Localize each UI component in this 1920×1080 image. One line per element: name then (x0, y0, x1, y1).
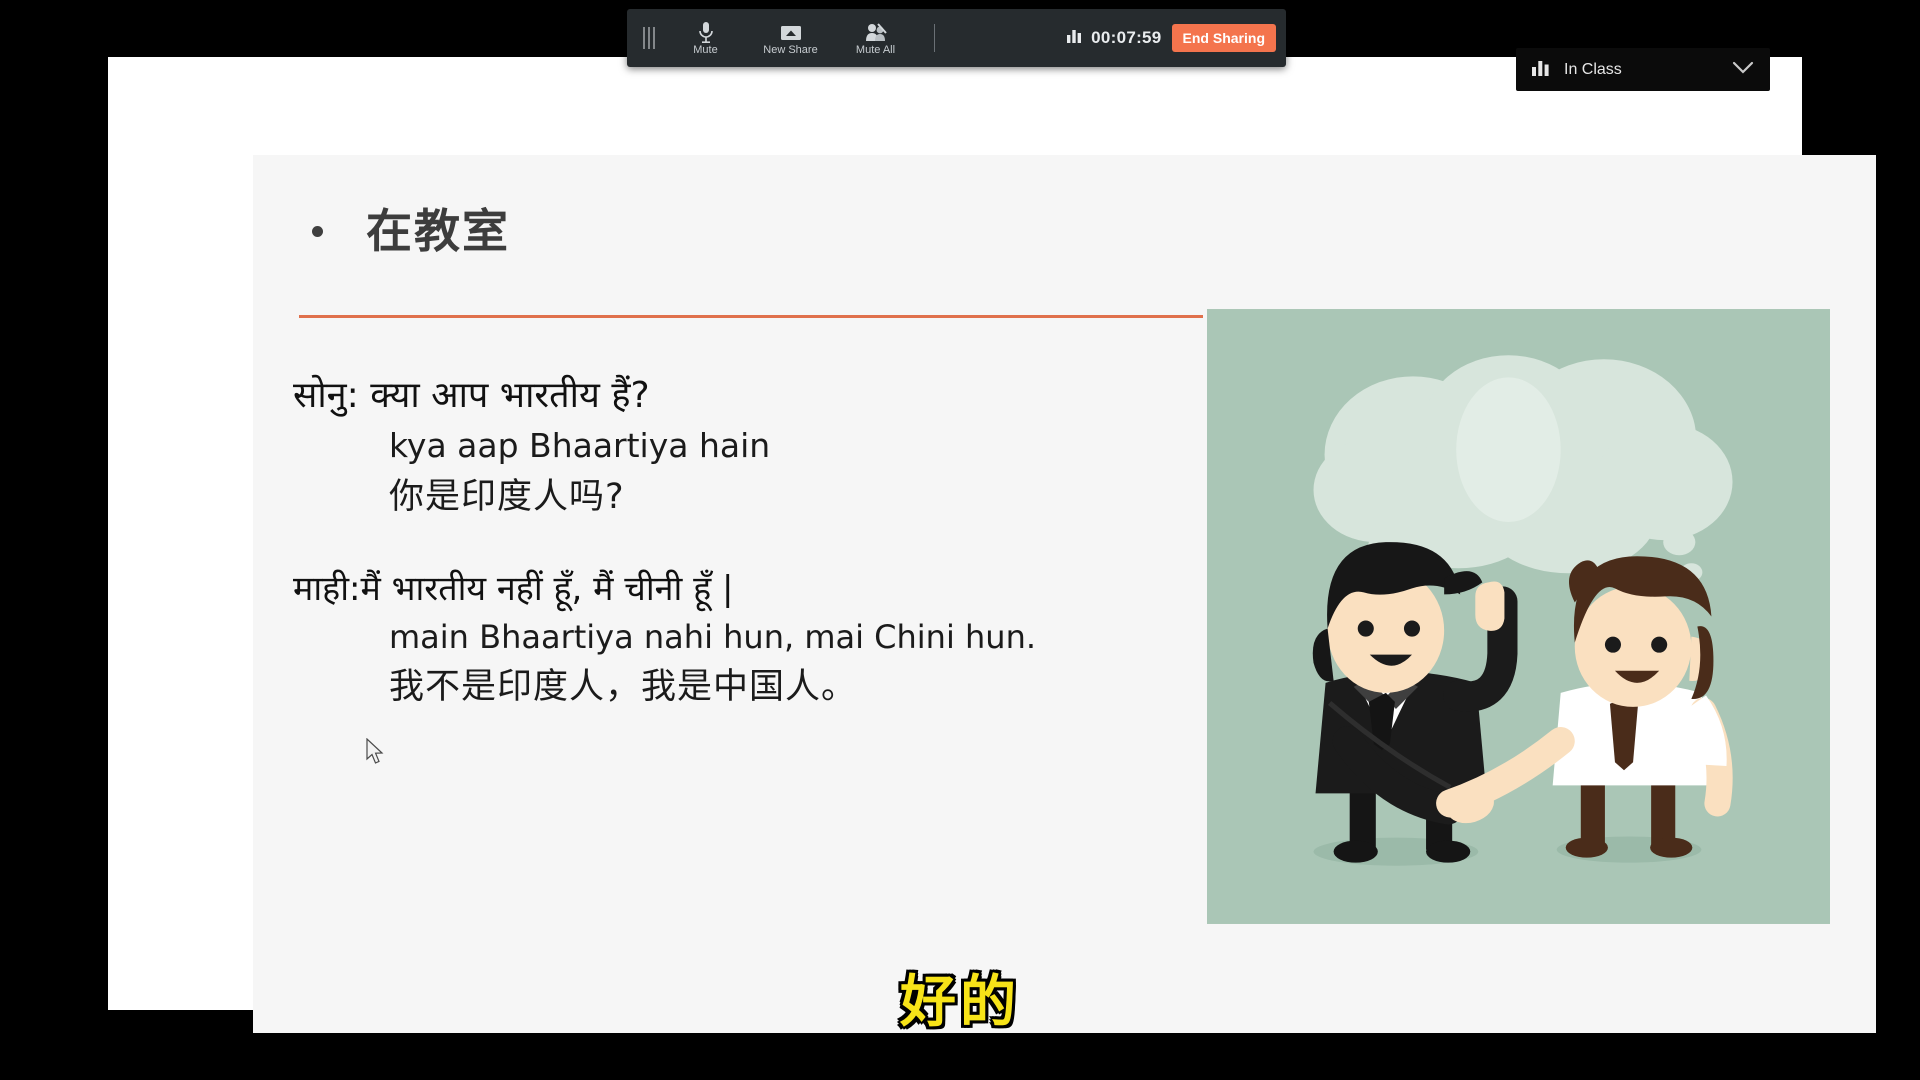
toolbar-divider (934, 24, 935, 52)
dialogue-romanization: kya aap Bhaartiya hain (389, 426, 771, 466)
slide-title: 在教室 (366, 204, 510, 258)
screen-share-icon (780, 21, 802, 43)
new-share-button-label: New Share (763, 43, 818, 56)
drag-handle-icon[interactable] (643, 27, 655, 49)
screen: 在教室 सोनु: क्या आप भारतीय हैं? kya aap Bh… (0, 0, 1920, 1080)
bullet-icon (312, 225, 323, 237)
dialogue-chinese-translation: 你是印度人吗? (389, 476, 625, 517)
slide-title-row: 在教室 (300, 193, 1780, 269)
dialogue-entry-1: सोनु: क्या आप भारतीय हैं? kya aap Bhaart… (293, 370, 1193, 523)
sharing-timer: 00:07:59 (1067, 28, 1161, 48)
in-class-status-label: In Class (1564, 60, 1622, 78)
shared-screen-frame: 在教室 सोनु: क्या आप भारतीय हैं? kya aap Bh… (108, 57, 1876, 1033)
toolbar-right-group: 00:07:59 End Sharing (1067, 24, 1286, 52)
chevron-down-icon[interactable] (1732, 61, 1754, 79)
sharing-timer-value: 00:07:59 (1091, 28, 1162, 47)
mute-all-button[interactable]: Mute All (833, 9, 918, 67)
presentation-slide: 在教室 सोनु: क्या आप भारतीय हैं? kya aap Bh… (253, 155, 1876, 1033)
bar-chart-icon (1067, 28, 1083, 48)
dialogue-romanization: main Bhaartiya nahi hun, mai Chini hun. (389, 618, 1037, 657)
bar-chart-icon (1532, 59, 1551, 81)
dialogue-chinese-translation: 我不是印度人，我是中国人。 (389, 667, 858, 708)
dialogue-block: सोनु: क्या आप भारतीय हैं? kya aap Bhaart… (293, 370, 1193, 756)
mouse-pointer-icon (366, 737, 386, 771)
mute-all-people-icon (865, 21, 887, 43)
mute-all-button-label: Mute All (855, 43, 896, 56)
dialogue-entry-2: माही:मैं भारतीय नहीं हूँ, मैं चीनी हूँ |… (293, 565, 1193, 714)
in-class-status-dropdown[interactable]: In Class (1516, 48, 1770, 91)
end-sharing-button[interactable]: End Sharing (1171, 24, 1276, 52)
meeting-toolbar[interactable]: Mute New Share Mute All 00:07:59 End Sha… (627, 9, 1286, 67)
mute-button[interactable]: Mute (663, 9, 748, 67)
mute-button-label: Mute (693, 43, 718, 56)
microphone-icon (698, 21, 714, 43)
dialogue-hindi-line: माही:मैं भारतीय नहीं हूँ, मैं चीनी हूँ | (293, 569, 734, 610)
subtitle-caption: 好的 (900, 970, 1020, 1035)
dialogue-hindi-line: सोनु: क्या आप भारतीय हैं? (293, 375, 650, 416)
two-businessmen-handshake-illustration (1203, 305, 1834, 928)
new-share-button[interactable]: New Share (748, 9, 833, 67)
